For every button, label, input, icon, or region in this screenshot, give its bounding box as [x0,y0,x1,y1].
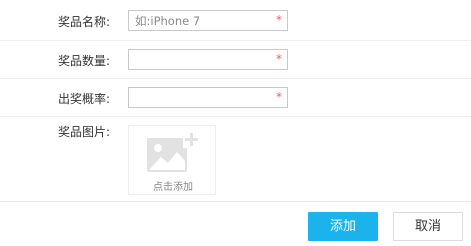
prize-name-row: 奖品名称: * [0,0,471,41]
required-mark: * [276,52,282,66]
prize-name-input[interactable] [129,11,275,30]
win-rate-field-wrapper: * [128,87,288,108]
required-mark: * [276,90,282,104]
prize-image-row: 奖品图片: 点击添加 [0,117,471,202]
prize-name-field-wrapper: * [128,10,288,31]
prize-quantity-label: 奖品数量: [58,54,111,68]
image-upload-button[interactable]: 点击添加 [128,125,216,195]
cancel-button[interactable]: 取消 [393,212,463,241]
required-mark: * [276,13,282,27]
win-rate-input[interactable] [129,88,275,107]
prize-quantity-input[interactable] [129,50,275,69]
prize-name-label: 奖品名称: [58,15,111,29]
prize-image-label: 奖品图片: [58,125,111,139]
upload-label: 点击添加 [153,182,193,193]
win-rate-row: 出奖概率: * [0,79,471,117]
win-rate-label: 出奖概率: [58,92,111,106]
prize-quantity-field-wrapper: * [128,49,288,70]
image-add-icon [147,131,200,172]
add-button[interactable]: 添加 [308,212,378,241]
prize-quantity-row: 奖品数量: * [0,41,471,79]
